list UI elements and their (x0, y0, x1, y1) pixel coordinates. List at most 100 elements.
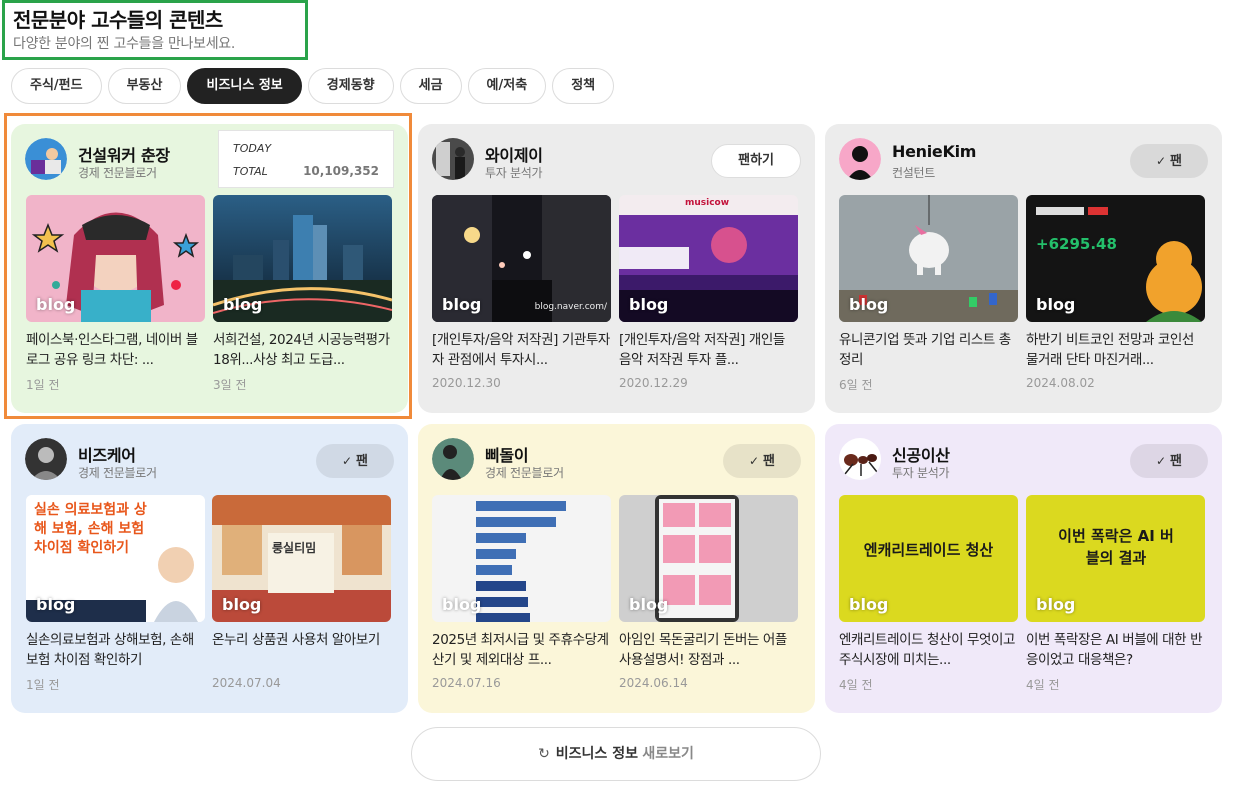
fan-button[interactable]: ✓ 팬 (722, 444, 801, 478)
post-title[interactable]: 이번 폭락장은 AI 버블에 대한 반응이었고 대응책은? (1026, 630, 1205, 670)
post-title[interactable]: 서희건설, 2024년 시공능력평가 18위...사상 최고 도급... (213, 330, 392, 370)
post-date: 3일 전 (213, 378, 247, 392)
visitor-stats: TODAY TOTAL 10,109,352 (218, 130, 394, 188)
expert-card: 삐돌이 경제 전문블로거 ✓ 팬 blog 2025년 최저시급 및 주휴수당계산… (418, 424, 815, 713)
blog-badge: blog (36, 595, 76, 614)
post-date: 2024.08.02 (1026, 376, 1095, 390)
post-date: 2020.12.29 (619, 376, 688, 390)
post-thumbnail[interactable]: blog (213, 195, 392, 322)
author-name[interactable]: 삐돌이 (485, 442, 529, 466)
thumbnail-overlay-text: blog.naver.com/ (534, 302, 607, 312)
total-label: TOTAL (233, 165, 268, 178)
blog-badge: blog (1036, 295, 1076, 314)
avatar[interactable] (839, 138, 881, 180)
post-title[interactable]: 하반기 비트코인 전망과 코인선물거래 단타 마진거래... (1026, 330, 1205, 370)
blog-badge: blog (629, 595, 669, 614)
author-role: 투자 분석가 (485, 166, 543, 180)
post-title[interactable]: 엔캐리트레이드 청산이 무엇이고 주식시장에 미치는... (839, 630, 1018, 670)
check-icon: ✓ (341, 454, 353, 468)
refresh-more-button[interactable]: ↻ 비즈니스 정보 새로보기 (411, 727, 821, 781)
post-item[interactable]: blog 서희건설, 2024년 시공능력평가 18위...사상 최고 도급..… (213, 195, 392, 393)
post-date: 2024.07.04 (212, 676, 281, 690)
post-thumbnail[interactable]: musicow blog (619, 195, 798, 322)
blog-badge: blog (36, 295, 76, 314)
avatar[interactable] (432, 438, 474, 480)
avatar[interactable] (25, 138, 67, 180)
post-date: 4일 전 (1026, 678, 1060, 692)
post-item[interactable]: blog 페이스북·인스타그램, 네이버 블로그 공유 링크 차단: ... 1… (26, 195, 205, 393)
post-item[interactable]: 엔캐리트레이드 청산 blog 엔캐리트레이드 청산이 무엇이고 주식시장에 미… (839, 495, 1018, 693)
post-title[interactable]: 온누리 상품권 사용처 알아보기 (212, 630, 391, 670)
blog-badge: blog (223, 295, 263, 314)
tab-savings[interactable]: 예/저축 (467, 68, 547, 104)
blog-badge: blog (849, 595, 889, 614)
post-item[interactable]: 룽실티밈 blog 온누리 상품권 사용처 알아보기 2024.07.04 (212, 495, 391, 690)
more-action-label: 새로보기 (642, 746, 694, 762)
post-item[interactable]: blog 아임인 목돈굴리기 돈버는 어플 사용설명서! 장점과 ... 202… (619, 495, 798, 690)
tab-stocks-funds[interactable]: 주식/펀드 (11, 68, 102, 104)
thumbnail-overlay-text: 룽실티밈 (272, 541, 317, 555)
post-item[interactable]: blog 2025년 최저시급 및 주휴수당계산기 및 제외대상 프... 20… (432, 495, 611, 690)
post-item[interactable]: 이번 폭락은 AI 버블의 결과 blog 이번 폭락장은 AI 버블에 대한 … (1026, 495, 1205, 693)
blog-badge: blog (442, 595, 482, 614)
avatar[interactable] (25, 438, 67, 480)
check-icon: ✓ (748, 454, 760, 468)
post-thumbnail[interactable]: 실손 의료보험과 상해 보험, 손해 보험 차이점 확인하기 blog (26, 495, 205, 622)
post-title[interactable]: 아임인 목돈굴리기 돈버는 어플 사용설명서! 장점과 ... (619, 630, 798, 670)
post-title[interactable]: [개인투자/음악 저작권] 개인들 음악 저작권 투자 플... (619, 330, 798, 370)
fan-button[interactable]: 팬하기 (711, 144, 801, 178)
total-value: 10,109,352 (303, 164, 379, 178)
author-name[interactable]: 비즈케어 (78, 442, 136, 466)
check-icon: ✓ (1155, 154, 1167, 168)
tab-economy-trends[interactable]: 경제동향 (307, 68, 394, 104)
check-icon: ✓ (1155, 454, 1167, 468)
post-thumbnail[interactable]: blog (432, 495, 611, 622)
tab-policy[interactable]: 정책 (552, 68, 615, 104)
fan-button[interactable]: ✓ 팬 (315, 444, 394, 478)
more-category-label: 비즈니스 정보 (555, 746, 638, 762)
post-thumbnail[interactable]: +6295.48 blog (1026, 195, 1205, 322)
thumbnail-overlay-text: 이번 폭락은 AI 버블의 결과 (1058, 527, 1174, 567)
post-date: 4일 전 (839, 678, 873, 692)
post-thumbnail[interactable]: 이번 폭락은 AI 버블의 결과 blog (1026, 495, 1205, 622)
post-thumbnail[interactable]: blog blog.naver.com/ (432, 195, 611, 322)
author-name[interactable]: 와이제이 (485, 142, 543, 166)
tab-business-info[interactable]: 비즈니스 정보 (187, 68, 302, 104)
author-name[interactable]: HenieKim (892, 142, 976, 161)
tab-real-estate[interactable]: 부동산 (107, 68, 182, 104)
author-name[interactable]: 건설워커 춘장 (78, 142, 170, 166)
post-item[interactable]: blog blog.naver.com/ [개인투자/음악 저작권] 기관투자자… (432, 195, 611, 390)
post-item[interactable]: +6295.48 blog 하반기 비트코인 전망과 코인선물거래 단타 마진거… (1026, 195, 1205, 390)
fan-button[interactable]: ✓ 팬 (1129, 444, 1208, 478)
post-title[interactable]: 유니콘기업 뜻과 기업 리스트 총정리 (839, 330, 1018, 370)
post-thumbnail[interactable]: blog (26, 195, 205, 322)
expert-card: 신공이산 투자 분석가 ✓ 팬 엔캐리트레이드 청산 blog 엔캐리트레이드 청… (825, 424, 1222, 713)
post-title[interactable]: 실손의료보험과 상해보험, 손해보험 차이점 확인하기 (26, 630, 205, 670)
avatar[interactable] (432, 138, 474, 180)
author-role: 컨설턴트 (892, 166, 935, 180)
post-thumbnail[interactable]: 룽실티밈 blog (212, 495, 391, 622)
blog-badge: blog (442, 295, 482, 314)
tab-tax[interactable]: 세금 (399, 68, 462, 104)
post-date: 2024.07.16 (432, 676, 501, 690)
post-item[interactable]: musicow blog [개인투자/음악 저작권] 개인들 음악 저작권 투자… (619, 195, 798, 390)
blog-badge: blog (849, 295, 889, 314)
expert-card: HenieKim 컨설턴트 ✓ 팬 blog 유니콘기업 뜻과 기업 리스트 총정… (825, 124, 1222, 413)
post-title[interactable]: 2025년 최저시급 및 주휴수당계산기 및 제외대상 프... (432, 630, 611, 670)
fan-button[interactable]: ✓ 팬 (1129, 144, 1208, 178)
today-label: TODAY (233, 142, 272, 155)
avatar[interactable] (839, 438, 881, 480)
post-thumbnail[interactable]: blog (619, 495, 798, 622)
post-date: 2024.06.14 (619, 676, 688, 690)
post-item[interactable]: 실손 의료보험과 상해 보험, 손해 보험 차이점 확인하기 blog 실손의료… (26, 495, 205, 693)
author-name[interactable]: 신공이산 (892, 442, 950, 466)
author-role: 경제 전문블로거 (78, 466, 157, 480)
post-title[interactable]: [개인투자/음악 저작권] 기관투자자 관점에서 투자시... (432, 330, 611, 370)
post-title[interactable]: 페이스북·인스타그램, 네이버 블로그 공유 링크 차단: ... (26, 330, 205, 370)
author-role: 경제 전문블로거 (485, 466, 564, 480)
post-thumbnail[interactable]: 엔캐리트레이드 청산 blog (839, 495, 1018, 622)
section-header: 전문분야 고수들의 콘텐츠 다양한 분야의 찐 고수들을 만나보세요. (2, 0, 308, 60)
page-subtitle: 다양한 분야의 찐 고수들을 만나보세요. (13, 36, 236, 52)
post-item[interactable]: blog 유니콘기업 뜻과 기업 리스트 총정리 6일 전 (839, 195, 1018, 393)
post-thumbnail[interactable]: blog (839, 195, 1018, 322)
